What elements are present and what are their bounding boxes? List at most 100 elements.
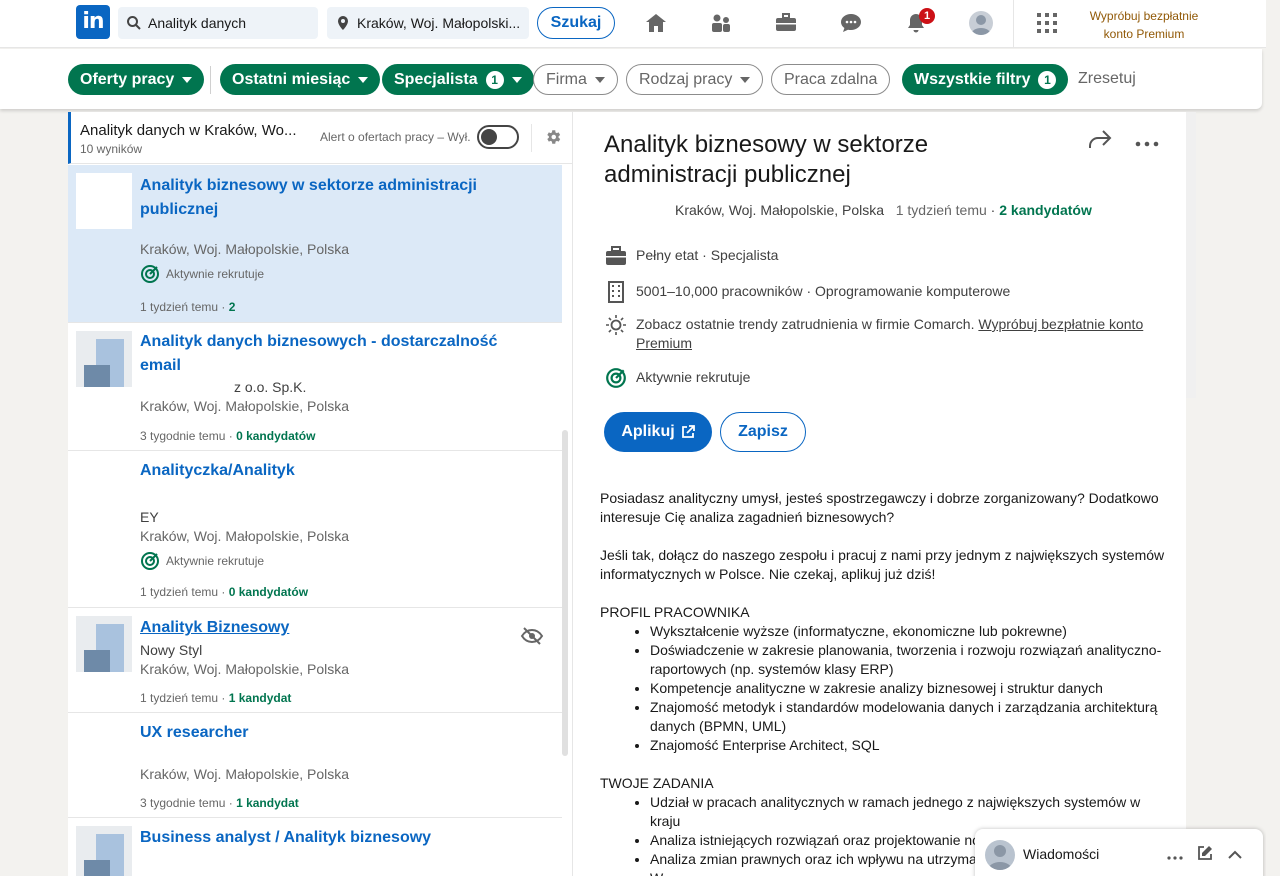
apps-grid-icon[interactable] [1037,13,1057,33]
gear-icon[interactable] [544,128,562,146]
job-meta: 1 tydzień temu · 2 [140,300,236,314]
job-location: Kraków, Woj. Małopolskie, Polska [140,398,350,414]
filter-remote[interactable]: Praca zdalna [771,64,891,95]
job-location: Kraków, Woj. Małopolskie, Polska [140,766,350,782]
messaging-panel[interactable]: Wiadomości [975,829,1263,876]
job-title[interactable]: Business analyst / Analityk biznesowy [140,826,540,850]
job-list-scrollbar[interactable] [562,430,568,756]
filter-job-type[interactable]: Rodzaj pracy [626,64,764,95]
compose-message-icon[interactable] [1197,845,1213,866]
job-title[interactable]: Analityk biznesowy w sektorze administra… [140,174,500,222]
filter-job-offers[interactable]: Oferty pracy [68,64,205,95]
network-icon[interactable] [708,10,734,36]
actively-recruiting-row: Aktywnie rekrutuje [604,368,1164,390]
employment-text: Pełny etat · Specjalista [636,247,779,263]
candidates-count: 2 [228,300,236,314]
job-title[interactable]: Analityczka/Analityk [140,459,500,483]
job-detail-pane: Analityk biznesowy w sektorze administra… [572,112,1186,876]
filter-experience-level[interactable]: Specjalista 1 [382,64,534,95]
description-paragraph: Jeśli tak, dołącz do naszego zespołu i p… [600,547,1165,582]
search-icon [126,15,142,31]
candidates-count: 1 kandydat [228,691,292,705]
job-title[interactable]: UX researcher [140,721,500,745]
caret-down-icon [358,76,369,83]
company-logo [76,826,132,876]
trends-label: Zobacz ostatnie trendy zatrudnienia w fi… [636,316,975,332]
detail-posted: 1 tydzień temu [895,202,987,218]
save-job-button[interactable]: Zapisz [720,412,806,452]
detail-scrollbar[interactable] [1186,112,1196,398]
apply-button[interactable]: Aplikuj [604,412,712,452]
location-input[interactable]: Kraków, Woj. Małopolski... [327,7,529,39]
notifications-badge: 1 [919,8,935,24]
company-size-text: 5001–10,000 pracowników · Oprogramowanie… [636,283,1011,299]
location-pin-icon [335,15,351,31]
posted-time: 3 tygodnie temu [140,429,226,443]
job-card[interactable]: Analityczka/Analityk EY Kraków, Woj. Mał… [68,451,562,608]
filter-count-badge: 1 [485,70,504,89]
posted-time: 1 tydzień temu [140,691,219,705]
hiring-trends-text: Zobacz ostatnie trendy zatrudnienia w fi… [636,315,1164,353]
job-card[interactable]: UX researcher Kraków, Woj. Małopolskie, … [68,713,562,818]
job-title-line: Analityk biznesowy w sektorze administra… [140,177,477,194]
hide-job-eye-icon[interactable] [520,626,544,651]
filter-all-filters[interactable]: Wszystkie filtry 1 [902,64,1069,95]
job-alert-label: Alert o ofertach pracy – Wył. [320,130,471,144]
company-logo [76,616,132,672]
job-card-selected[interactable]: Analityk biznesowy w sektorze administra… [68,165,562,323]
job-card[interactable]: Analityk danych biznesowych - dostarczal… [68,323,562,451]
job-card[interactable]: Analityk Biznesowy Nowy Styl Kraków, Woj… [68,608,562,713]
job-title-line: email [140,357,181,374]
active-label: Aktywnie rekrutuje [166,554,265,568]
briefcase-icon [604,244,628,268]
location-value: Kraków, Woj. Małopolski... [357,15,521,31]
search-button[interactable]: Szukaj [537,7,615,39]
filter-label: Rodzaj pracy [639,70,733,88]
caret-down-icon [740,76,751,83]
building-icon [604,280,628,304]
results-count: 10 wyników [80,142,143,156]
jobs-briefcase-icon[interactable] [773,10,799,36]
job-list-header: Analityk danych w Kraków, Wo... 10 wynik… [68,112,572,164]
profile-avatar[interactable] [969,11,993,35]
detail-candidates: 2 kandydatów [999,202,1092,218]
search-input[interactable]: Analityk danych [118,7,318,39]
more-options-icon[interactable] [1167,847,1183,865]
chevron-up-icon[interactable] [1227,847,1243,865]
more-options-icon[interactable] [1135,134,1159,152]
list-item: Wykształcenie wyższe (informatyczne, eko… [650,622,1166,641]
active-text: Aktywnie rekrutuje [636,369,751,385]
messaging-icon[interactable] [838,10,864,36]
home-icon[interactable] [643,10,669,36]
share-icon[interactable] [1087,128,1113,155]
company-logo [76,173,132,229]
premium-trial-link[interactable]: Wypróbuj bezpłatnie konto Premium [1078,7,1210,43]
job-meta: 3 tygodnie temu · 0 kandydatów [140,429,316,443]
top-nav: in Analityk danych Kraków, Woj. Małopols… [0,0,1280,48]
job-title[interactable]: Analityk danych biznesowych - dostarczal… [140,330,500,378]
filter-label: Wszystkie filtry [914,70,1031,88]
job-title[interactable]: Analityk Biznesowy [140,616,500,640]
job-meta: 1 tydzień temu · 0 kandydatów [140,585,309,599]
linkedin-logo[interactable]: in [76,5,110,39]
caret-down-icon [511,76,522,83]
target-icon [141,265,159,283]
reset-filters-button[interactable]: Zresetuj [1078,70,1136,88]
company-name: Nowy Styl [140,642,203,658]
candidates-count: 1 kandydat [236,796,299,810]
job-card[interactable]: Business analyst / Analityk biznesowy [68,818,562,876]
job-alert-toggle[interactable] [477,125,519,149]
filter-date-posted[interactable]: Ostatni miesiąc [220,64,381,95]
apply-label: Aplikuj [621,423,675,440]
search-value: Analityk danych [148,15,247,31]
job-meta: 3 tygodnie temu · 1 kandydat [140,796,299,810]
company-logo [76,331,132,387]
posted-time: 1 tydzień temu [140,300,219,314]
company-logo [76,459,132,515]
page-scrollbar[interactable] [1266,0,1280,876]
filter-company[interactable]: Firma [533,64,618,95]
filter-label: Specjalista [394,70,478,88]
company-logo [76,721,132,777]
company-name: EY [140,509,159,525]
section-heading: PROFIL PRACOWNIKA [600,604,750,620]
